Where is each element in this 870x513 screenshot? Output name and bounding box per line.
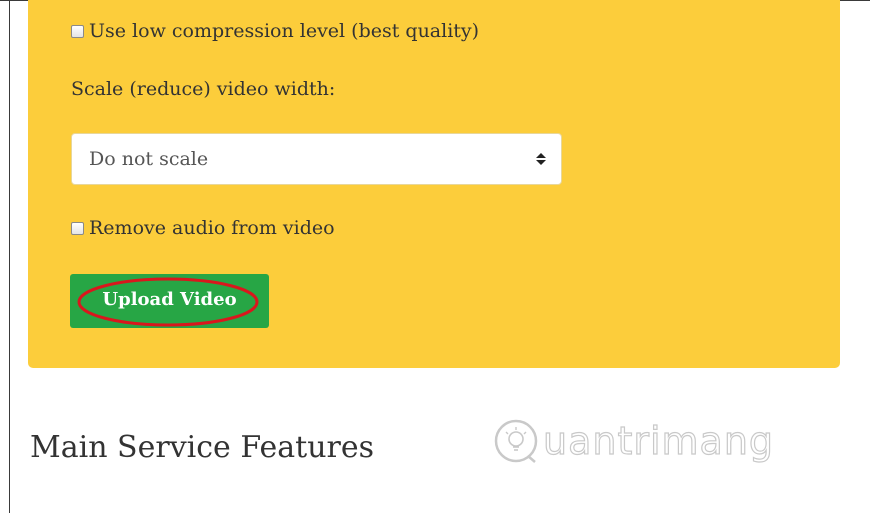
watermark-text: uantrimang xyxy=(542,418,775,463)
up-down-arrows-icon xyxy=(536,153,546,165)
low-compression-option[interactable]: Use low compression level (best quality) xyxy=(71,20,479,42)
low-compression-label: Use low compression level (best quality) xyxy=(89,20,480,42)
section-title: Main Service Features xyxy=(30,430,375,465)
lightbulb-q-icon xyxy=(494,419,538,463)
low-compression-checkbox[interactable] xyxy=(71,24,84,38)
scale-width-select[interactable]: Do not scale xyxy=(71,133,562,185)
scale-width-label: Scale (reduce) video width: xyxy=(71,78,336,100)
remove-audio-label: Remove audio from video xyxy=(89,217,335,239)
watermark-logo: uantrimang xyxy=(493,404,823,478)
remove-audio-option[interactable]: Remove audio from video xyxy=(71,217,335,239)
remove-audio-checkbox[interactable] xyxy=(71,221,84,235)
frame-left-border xyxy=(9,0,10,513)
annotation-red-ellipse xyxy=(77,277,259,327)
scale-width-selected-value: Do not scale xyxy=(89,148,209,170)
